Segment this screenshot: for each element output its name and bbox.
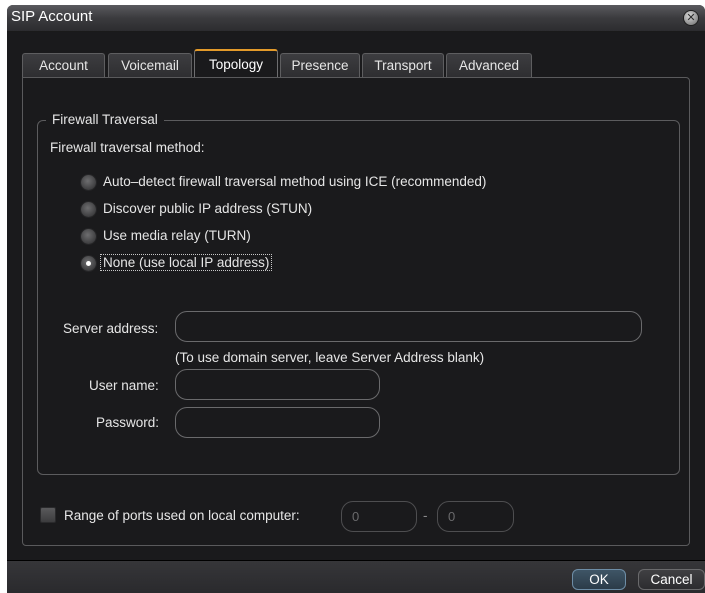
username-label: User name:: [89, 378, 159, 393]
radio-button[interactable]: [81, 202, 96, 217]
radio-none-label: None (use local IP address): [99, 254, 273, 271]
port-to-input[interactable]: 0: [437, 501, 514, 532]
radio-button[interactable]: [81, 175, 96, 190]
window-title: SIP Account: [11, 8, 93, 25]
firewall-group-title: Firewall Traversal: [46, 112, 164, 127]
sip-account-dialog: SIP Account ✕ Account Voicemail Topology…: [7, 5, 705, 593]
server-address-hint: (To use domain server, leave Server Addr…: [175, 350, 485, 365]
cancel-button[interactable]: Cancel: [638, 569, 705, 590]
password-input[interactable]: [175, 407, 380, 438]
radio-button[interactable]: [81, 229, 96, 244]
radio-stun-label: Discover public IP address (STUN): [103, 201, 313, 216]
tab-topology[interactable]: Topology: [194, 49, 278, 77]
tab-transport[interactable]: Transport: [362, 53, 444, 77]
tab-presence[interactable]: Presence: [280, 53, 360, 77]
server-address-label: Server address:: [63, 321, 159, 336]
firewall-method-label: Firewall traversal method:: [50, 140, 205, 155]
ports-range-checkbox[interactable]: [40, 507, 56, 523]
radio-turn-label: Use media relay (TURN): [103, 228, 251, 243]
server-address-input[interactable]: [175, 311, 642, 342]
radio-ice-label: Auto–detect firewall traversal method us…: [103, 174, 487, 189]
password-label: Password:: [96, 415, 160, 430]
tab-account[interactable]: Account: [22, 53, 105, 77]
port-range-separator: -: [423, 508, 428, 523]
close-icon[interactable]: ✕: [684, 11, 698, 25]
dialog-footer: OK Cancel: [7, 561, 705, 593]
tab-advanced[interactable]: Advanced: [446, 53, 532, 77]
ports-range-label: Range of ports used on local computer:: [64, 508, 300, 523]
title-bar[interactable]: SIP Account ✕: [7, 5, 705, 32]
port-from-input[interactable]: 0: [341, 501, 417, 532]
username-input[interactable]: [175, 369, 380, 400]
dialog-content: Account Voicemail Topology Presence Tran…: [7, 32, 705, 561]
radio-button-selected[interactable]: [81, 256, 96, 271]
tab-voicemail[interactable]: Voicemail: [108, 53, 192, 77]
ok-button[interactable]: OK: [572, 569, 626, 590]
